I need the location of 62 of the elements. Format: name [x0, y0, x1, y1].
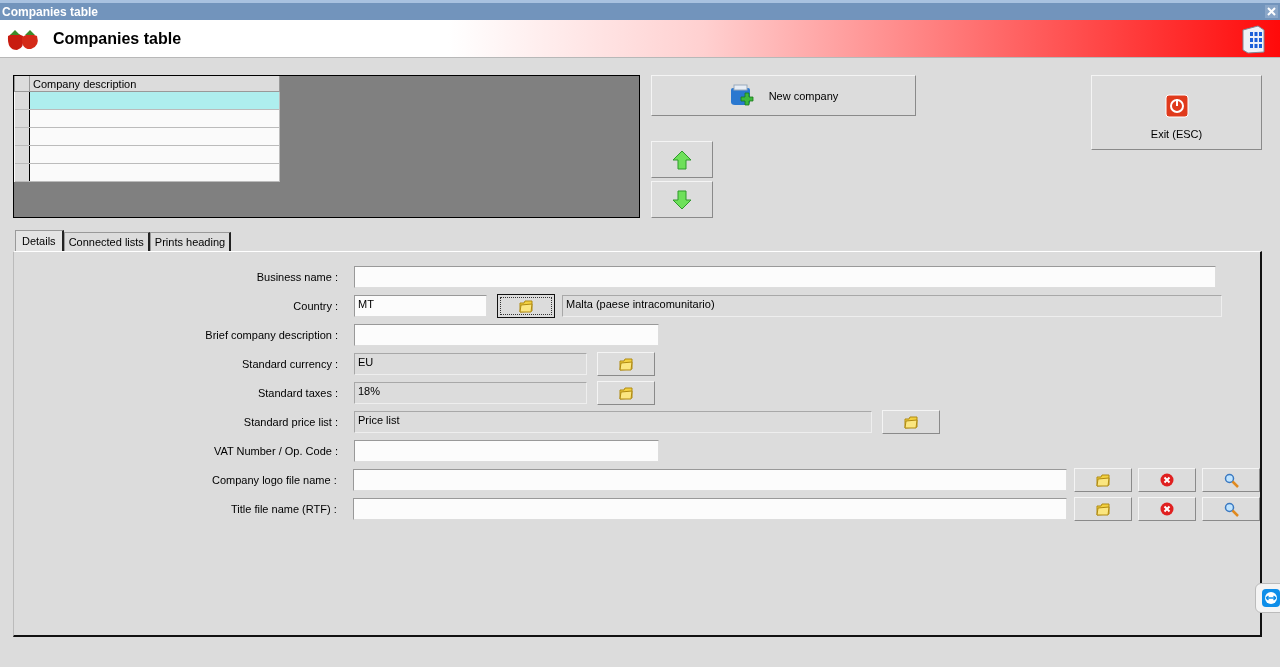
page-title: Companies table — [53, 29, 183, 48]
delete-icon — [1160, 473, 1174, 487]
search-icon — [1223, 501, 1239, 517]
move-up-button[interactable] — [651, 141, 713, 178]
field-label: Brief company description : — [204, 329, 338, 341]
input-field[interactable] — [352, 498, 1067, 520]
table-cell[interactable] — [29, 145, 280, 164]
field-label: Business name : — [255, 271, 338, 283]
field-label: VAT Number / Op. Code : — [212, 445, 338, 457]
folder-icon — [519, 299, 533, 313]
exit-button[interactable]: Exit (ESC) — [1091, 75, 1262, 150]
field-label: Standard price list : — [242, 416, 338, 428]
field-label: Standard currency : — [241, 358, 338, 370]
folder-icon — [619, 386, 633, 400]
input-field[interactable] — [354, 266, 1216, 288]
power-icon — [1164, 93, 1189, 118]
folder-icon — [904, 415, 918, 429]
field-label: Company logo file name : — [211, 474, 337, 486]
folder-add-icon — [728, 83, 755, 108]
input-field[interactable] — [352, 469, 1067, 491]
input-field[interactable]: MT — [354, 295, 487, 317]
new-company-button[interactable]: New company — [651, 75, 916, 116]
field-label: Standard taxes : — [256, 387, 338, 399]
input-field[interactable]: EU — [354, 353, 587, 375]
folder-icon — [619, 357, 633, 371]
input-field[interactable] — [354, 324, 659, 346]
tab[interactable]: Details — [15, 230, 64, 251]
close-icon — [1267, 7, 1276, 16]
move-down-button[interactable] — [651, 181, 713, 218]
row-indicator[interactable] — [14, 109, 30, 128]
close-button[interactable] — [1265, 5, 1278, 18]
row-indicator[interactable] — [14, 127, 30, 146]
corner-cell — [14, 76, 30, 92]
table-cell[interactable] — [29, 109, 280, 128]
description-field: Malta (paese intracomunitario) — [562, 295, 1222, 317]
arrows-icon — [1262, 589, 1280, 607]
arrow-up-icon — [672, 149, 692, 170]
table-cell[interactable] — [29, 163, 280, 182]
input-field[interactable] — [354, 440, 659, 462]
search-button[interactable] — [1202, 497, 1260, 521]
folder-icon — [1096, 473, 1110, 487]
field-label: Country : — [292, 300, 338, 312]
row-indicator[interactable] — [14, 163, 30, 182]
building-icon — [1240, 23, 1266, 54]
folder-icon — [1096, 502, 1110, 516]
arrow-down-icon — [672, 189, 692, 210]
search-button[interactable] — [1202, 468, 1260, 492]
table-cell[interactable] — [29, 127, 280, 146]
search-icon — [1223, 472, 1239, 488]
column-header[interactable]: Company description — [29, 76, 280, 92]
tab[interactable]: Connected lists — [63, 232, 150, 251]
tab[interactable]: Prints heading — [149, 232, 232, 251]
row-indicator[interactable] — [14, 145, 30, 164]
side-tab[interactable] — [1255, 583, 1280, 613]
delete-icon — [1160, 502, 1174, 516]
field-label: Title file name (RTF) : — [230, 503, 337, 515]
clear-button[interactable] — [1138, 497, 1196, 521]
clear-button[interactable] — [1138, 468, 1196, 492]
input-field[interactable]: Price list — [354, 411, 872, 433]
window-title: Companies table — [2, 4, 99, 19]
input-field[interactable]: 18% — [354, 382, 587, 404]
browse-button[interactable] — [497, 294, 555, 318]
